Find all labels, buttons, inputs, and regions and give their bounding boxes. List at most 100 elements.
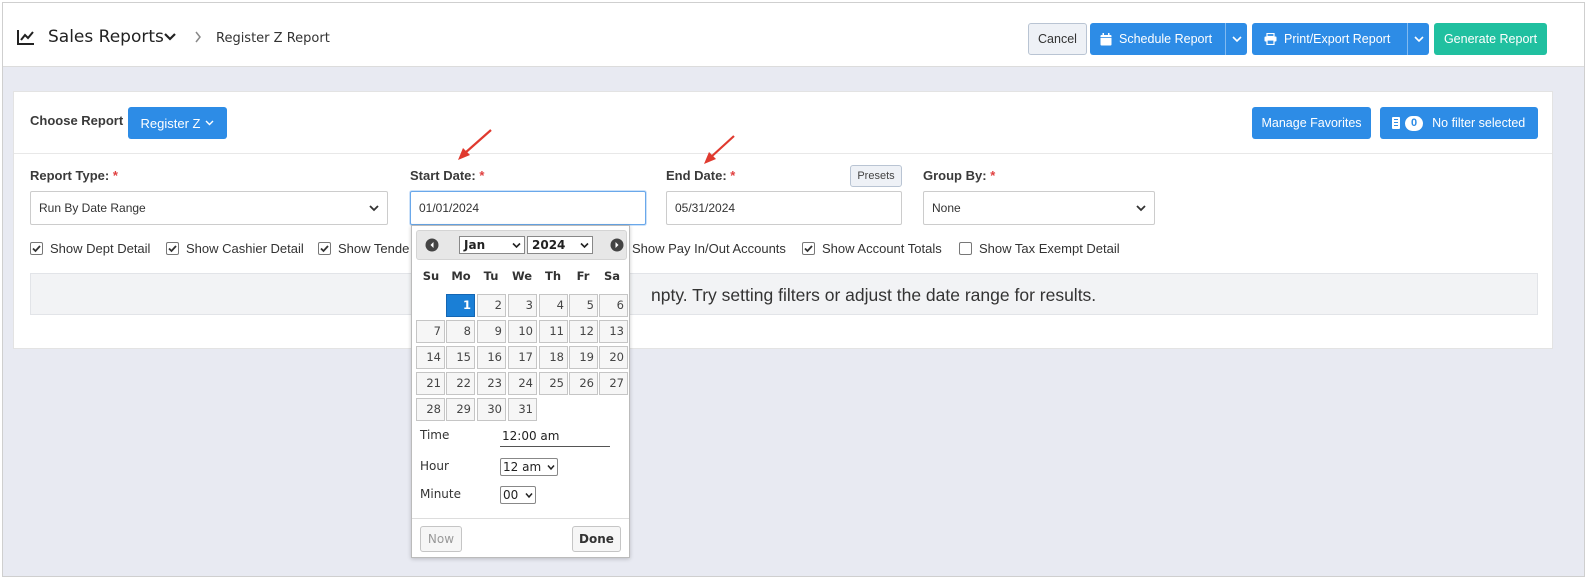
report-type-select[interactable]: Run By Date Range (30, 191, 388, 225)
dow-header: Sa (603, 269, 621, 283)
show-tender-checkbox[interactable]: Show Tende (318, 241, 409, 256)
minute-select[interactable]: 00 (500, 486, 536, 504)
calendar-day[interactable]: 9 (477, 320, 506, 343)
schedule-report-button[interactable]: Schedule Report (1090, 23, 1247, 55)
start-date-input[interactable]: 01/01/2024 (410, 191, 646, 225)
hour-select[interactable]: 12 am (500, 458, 558, 476)
checkbox-label: Show Cashier Detail (186, 241, 304, 256)
filter-list-icon (1392, 117, 1400, 129)
report-chooser-bar: Choose Report Register Z Manage Favorite… (14, 92, 1552, 154)
calendar-day-selected[interactable]: 1 (446, 294, 475, 317)
empty-results-message: npty. Try setting filters or adjust the … (651, 285, 1097, 305)
checkbox-label: Show Tende (338, 241, 410, 256)
calendar-day[interactable]: 17 (508, 346, 537, 369)
start-date-value: 01/01/2024 (419, 201, 480, 215)
report-type-value: Run By Date Range (39, 201, 146, 215)
calendar-day[interactable]: 25 (539, 372, 568, 395)
dow-header: Fr (576, 269, 590, 283)
print-dropdown-toggle[interactable] (1407, 23, 1429, 55)
calendar-day[interactable]: 21 (416, 372, 445, 395)
calendar-day[interactable]: 31 (508, 398, 537, 421)
cancel-button[interactable]: Cancel (1028, 23, 1087, 55)
now-button[interactable]: Now (420, 526, 462, 552)
checkbox-label: Show Tax Exempt Detail (979, 241, 1120, 256)
chevron-down-icon (1231, 35, 1242, 42)
done-button[interactable]: Done (572, 526, 621, 552)
calendar-day[interactable]: 26 (569, 372, 598, 395)
cancel-button-label: Cancel (1038, 32, 1077, 46)
filter-button[interactable]: 0 No filter selected (1380, 107, 1538, 139)
print-export-button[interactable]: Print/Export Report (1252, 23, 1429, 55)
group-by-select[interactable]: None (923, 191, 1155, 225)
filter-count-badge: 0 (1405, 115, 1424, 131)
annotation-arrow-icon (458, 129, 492, 160)
calendar-day[interactable]: 10 (508, 320, 537, 343)
dow-header: Th (544, 269, 562, 283)
generate-report-button[interactable]: Generate Report (1434, 23, 1547, 55)
chevron-down-icon (525, 493, 533, 499)
calendar-day[interactable]: 12 (569, 320, 598, 343)
calendar-day[interactable]: 30 (477, 398, 506, 421)
minute-label: Minute (420, 487, 461, 501)
show-account-totals-checkbox[interactable]: Show Account Totals (802, 241, 942, 256)
show-tax-exempt-checkbox[interactable]: Show Tax Exempt Detail (959, 241, 1120, 256)
calendar-day[interactable]: 15 (446, 346, 475, 369)
filter-label: No filter selected (1432, 116, 1526, 130)
calendar-day[interactable]: 19 (569, 346, 598, 369)
datepicker-footer (412, 518, 629, 519)
show-cashier-detail-checkbox[interactable]: Show Cashier Detail (166, 241, 304, 256)
checkbox-label: Show Account Totals (822, 241, 942, 256)
calendar-day[interactable]: 28 (416, 398, 445, 421)
start-date-label: Start Date: * (410, 168, 485, 183)
chevron-down-icon (205, 120, 214, 126)
annotation-arrow-icon (704, 135, 735, 164)
calendar-day[interactable]: 7 (416, 320, 445, 343)
calendar-day[interactable]: 22 (446, 372, 475, 395)
calendar-day[interactable]: 18 (539, 346, 568, 369)
dow-header: Mo (451, 269, 471, 283)
calendar-day[interactable]: 14 (416, 346, 445, 369)
choose-report-label: Choose Report (30, 113, 124, 128)
calendar-day[interactable]: 23 (477, 372, 506, 395)
report-selector-button[interactable]: Register Z (128, 107, 227, 139)
chevron-down-icon (580, 242, 589, 249)
checkbox-checked-icon (318, 242, 331, 255)
next-month-icon[interactable] (610, 238, 624, 252)
presets-button[interactable]: Presets (850, 165, 902, 187)
checkbox-checked-icon (166, 242, 179, 255)
report-type-label: Report Type: * (30, 168, 118, 183)
chevron-down-icon[interactable] (163, 32, 177, 42)
end-date-input[interactable]: 05/31/2024 (666, 191, 902, 225)
end-date-value: 05/31/2024 (675, 201, 736, 215)
calendar-day[interactable]: 6 (599, 294, 628, 317)
calendar-day[interactable]: 27 (599, 372, 628, 395)
calendar-day[interactable]: 5 (569, 294, 598, 317)
calendar-day[interactable]: 20 (599, 346, 628, 369)
schedule-report-label: Schedule Report (1119, 32, 1213, 46)
calendar-day[interactable]: 4 (539, 294, 568, 317)
time-label: Time (420, 428, 450, 442)
calendar-day[interactable]: 16 (477, 346, 506, 369)
calendar-day[interactable]: 3 (508, 294, 537, 317)
calendar-day[interactable]: 2 (477, 294, 506, 317)
chevron-down-icon (547, 465, 555, 471)
year-select[interactable]: 2024 (527, 236, 593, 254)
generate-report-label: Generate Report (1443, 32, 1538, 46)
calendar-day[interactable]: 11 (539, 320, 568, 343)
calendar-day[interactable]: 8 (446, 320, 475, 343)
calendar-day[interactable]: 29 (446, 398, 475, 421)
schedule-dropdown-toggle[interactable] (1225, 23, 1247, 55)
page-title: Sales Reports (48, 27, 164, 47)
app-frame: Sales Reports Register Z Report Cancel S… (2, 2, 1585, 577)
show-pay-in-out-checkbox[interactable]: Show Pay In/Out Accounts (632, 241, 786, 256)
group-by-label: Group By: * (923, 168, 996, 183)
chevron-down-icon (512, 242, 521, 249)
minute-value: 00 (503, 488, 519, 502)
manage-favorites-button[interactable]: Manage Favorites (1252, 107, 1371, 139)
show-dept-detail-checkbox[interactable]: Show Dept Detail (30, 241, 150, 256)
prev-month-icon[interactable] (425, 238, 439, 252)
month-select[interactable]: Jan (459, 236, 525, 254)
calendar-day[interactable]: 13 (599, 320, 628, 343)
hour-value: 12 am (503, 460, 542, 474)
calendar-day[interactable]: 24 (508, 372, 537, 395)
